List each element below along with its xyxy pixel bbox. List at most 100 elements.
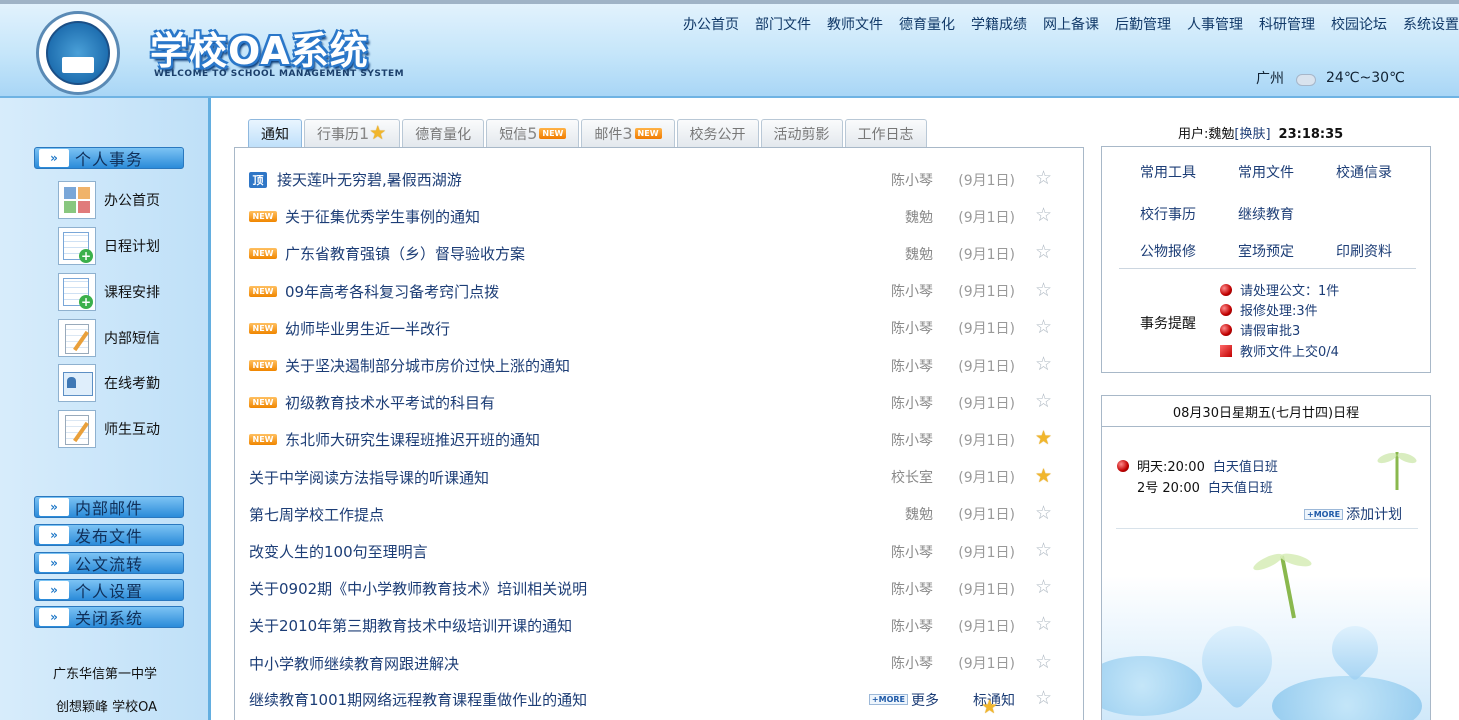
tab-sms[interactable]: 短信 5 NEW <box>486 119 580 147</box>
nav-item[interactable]: 教师文件 <box>827 14 883 34</box>
divider <box>1119 268 1416 269</box>
star-toggle-icon[interactable] <box>1035 465 1053 487</box>
add-plan-link[interactable]: +MORE 添加计划 <box>1304 504 1402 524</box>
skin-switch-link[interactable]: [换肤] <box>1234 127 1270 142</box>
more-link[interactable]: +MORE 更多 <box>868 690 939 710</box>
notice-title[interactable]: 改变人生的100句至理明言 <box>249 541 428 562</box>
notice-title[interactable]: 关于坚决遏制部分城市房价过快上涨的通知 <box>285 355 570 376</box>
sidebar-head-settings[interactable]: » 个人设置 <box>34 579 184 601</box>
notice-title[interactable]: 中小学教师继续教育网跟进解决 <box>249 653 459 674</box>
nav-item[interactable]: 办公首页 <box>683 14 739 34</box>
star-toggle-icon[interactable] <box>1035 687 1053 709</box>
nav-item[interactable]: 系统设置 <box>1403 14 1459 34</box>
tab-calendar[interactable]: 行事历 1 <box>304 119 401 147</box>
notice-author: 陈小琴 <box>891 656 933 673</box>
star-toggle-icon[interactable] <box>1035 613 1053 635</box>
school-name: 广东华信第一中学 <box>53 667 158 682</box>
sidebar-head-mail[interactable]: » 内部邮件 <box>34 496 184 518</box>
tools-panel: 常用工具 常用文件 校通信录 校行事历 继续教育 公物报修 室场预定 印刷资料 … <box>1101 146 1431 373</box>
notice-author: 校长室 <box>891 470 933 487</box>
notice-tabs: 通知 行事历1 德育量化 短信5NEW 邮件3NEW 校务公开 活动剪影 工作日… <box>248 119 929 147</box>
sidebar-head-close[interactable]: » 关闭系统 <box>34 606 184 628</box>
star-toggle-icon[interactable] <box>1035 353 1053 375</box>
star-toggle-icon[interactable] <box>1035 167 1053 189</box>
notice-title[interactable]: 关于0902期《中小学教师教育技术》培训相关说明 <box>249 578 587 599</box>
notice-date: (9月1日) <box>958 395 1015 412</box>
reminder-text: 教师文件上交0/4 <box>1240 345 1339 360</box>
notice-title[interactable]: 继续教育1001期网络远程教育课程重做作业的通知 <box>249 689 587 710</box>
tool-link[interactable]: 常用文件 <box>1238 162 1294 182</box>
star-toggle-icon[interactable] <box>1035 502 1053 524</box>
sidebar-head-label: 关闭系统 <box>75 609 144 628</box>
reminder-text: 请假审批3 <box>1240 324 1301 339</box>
notice-title[interactable]: 接天莲叶无穷碧,暑假西湖游 <box>277 169 462 190</box>
notice-title[interactable]: 关于2010年第三期教育技术中级培训开课的通知 <box>249 615 572 636</box>
nav-item[interactable]: 部门文件 <box>755 14 811 34</box>
reminder-item[interactable]: 报修处理:3件 <box>1220 300 1318 319</box>
tool-link[interactable]: 校行事历 <box>1140 204 1196 224</box>
nav-item[interactable]: 学籍成绩 <box>971 14 1027 34</box>
dragonfly-icon <box>1377 452 1417 490</box>
new-badge-icon: NEW <box>249 285 277 297</box>
tab-mail[interactable]: 邮件 3 NEW <box>581 119 675 147</box>
star-toggle-icon[interactable] <box>1035 427 1053 449</box>
star-toggle-icon[interactable] <box>1035 576 1053 598</box>
reminder-item[interactable]: 教师文件上交0/4 <box>1220 341 1339 360</box>
notice-row: NEW 幼师毕业男生近一半改行 陈小琴 (9月1日) <box>249 310 1069 347</box>
sidebar-head-publish[interactable]: » 发布文件 <box>34 524 184 546</box>
tab-label: 工作日志 <box>857 126 914 143</box>
notice-title[interactable]: 广东省教育强镇（乡）督导验收方案 <box>285 243 525 264</box>
tool-link[interactable]: 室场预定 <box>1238 241 1294 261</box>
new-badge-icon: NEW <box>249 322 277 334</box>
notice-title[interactable]: 初级教育技术水平考试的科目有 <box>285 392 495 413</box>
notice-date: (9月1日) <box>958 321 1015 338</box>
reminder-item[interactable]: 请处理公文：1件 <box>1220 280 1339 299</box>
tool-link[interactable]: 常用工具 <box>1140 162 1196 182</box>
star-toggle-icon[interactable] <box>1035 539 1053 561</box>
nav-item[interactable]: 人事管理 <box>1187 14 1243 34</box>
sidebar-item-interaction[interactable]: 师生互动 <box>58 410 160 448</box>
schedule-entry[interactable]: 2号 20:00 白天值日班 <box>1137 477 1273 496</box>
star-toggle-icon[interactable] <box>1035 241 1053 263</box>
nav-item[interactable]: 校园论坛 <box>1331 14 1387 34</box>
notice-title[interactable]: 幼师毕业男生近一半改行 <box>285 318 450 339</box>
sidebar-item-attendance[interactable]: 在线考勤 <box>58 364 160 402</box>
notice-row: 中小学教师继续教育网跟进解决 陈小琴 (9月1日) <box>249 645 1069 682</box>
sidebar-item-schedule[interactable]: 日程计划 <box>58 227 160 265</box>
sidebar-item-messages[interactable]: 内部短信 <box>58 319 160 357</box>
new-badge-icon: NEW <box>249 248 277 260</box>
tab-moral[interactable]: 德育量化 <box>402 119 485 147</box>
notice-title[interactable]: 09年高考各科复习备考窍门点拨 <box>285 281 499 302</box>
more-icon: +MORE <box>868 694 908 705</box>
nav-item[interactable]: 德育量化 <box>899 14 955 34</box>
reminder-item[interactable]: 请假审批3 <box>1220 320 1300 339</box>
notice-title[interactable]: 关于中学阅读方法指导课的听课通知 <box>249 467 489 488</box>
tab-affairs[interactable]: 校务公开 <box>676 119 759 147</box>
divider <box>1116 528 1418 529</box>
nav-item[interactable]: 后勤管理 <box>1115 14 1171 34</box>
tool-link[interactable]: 公物报修 <box>1140 241 1196 261</box>
tool-link[interactable]: 继续教育 <box>1238 204 1294 224</box>
star-toggle-icon[interactable] <box>1035 651 1053 673</box>
tool-link[interactable]: 印刷资料 <box>1336 241 1392 261</box>
tab-notice[interactable]: 通知 <box>248 119 302 147</box>
red-dot-icon <box>1117 459 1129 472</box>
tool-link[interactable]: 校通信录 <box>1336 162 1392 182</box>
sidebar-head-workflow[interactable]: » 公文流转 <box>34 552 184 574</box>
notice-title[interactable]: 第七周学校工作提点 <box>249 504 384 525</box>
star-toggle-icon[interactable] <box>1035 390 1053 412</box>
sidebar-head-personal[interactable]: » 个人事务 <box>34 147 184 169</box>
sidebar-item-office-home[interactable]: 办公首页 <box>58 181 160 219</box>
schedule-entry[interactable]: 明天:20:00 白天值日班 <box>1117 456 1278 475</box>
sidebar-item-courses[interactable]: 课程安排 <box>58 273 160 311</box>
star-toggle-icon[interactable] <box>1035 204 1053 226</box>
tab-worklog[interactable]: 工作日志 <box>844 119 927 147</box>
user-line: 用户:魏勉[换肤] 23:18:35 <box>1178 123 1343 142</box>
nav-item[interactable]: 科研管理 <box>1259 14 1315 34</box>
star-toggle-icon[interactable] <box>1035 279 1053 301</box>
notice-title[interactable]: 关于征集优秀学生事例的通知 <box>285 206 480 227</box>
tab-activities[interactable]: 活动剪影 <box>760 119 843 147</box>
nav-item[interactable]: 网上备课 <box>1043 14 1099 34</box>
notice-title[interactable]: 东北师大研究生课程班推迟开班的通知 <box>285 429 540 450</box>
star-toggle-icon[interactable] <box>1035 316 1053 338</box>
